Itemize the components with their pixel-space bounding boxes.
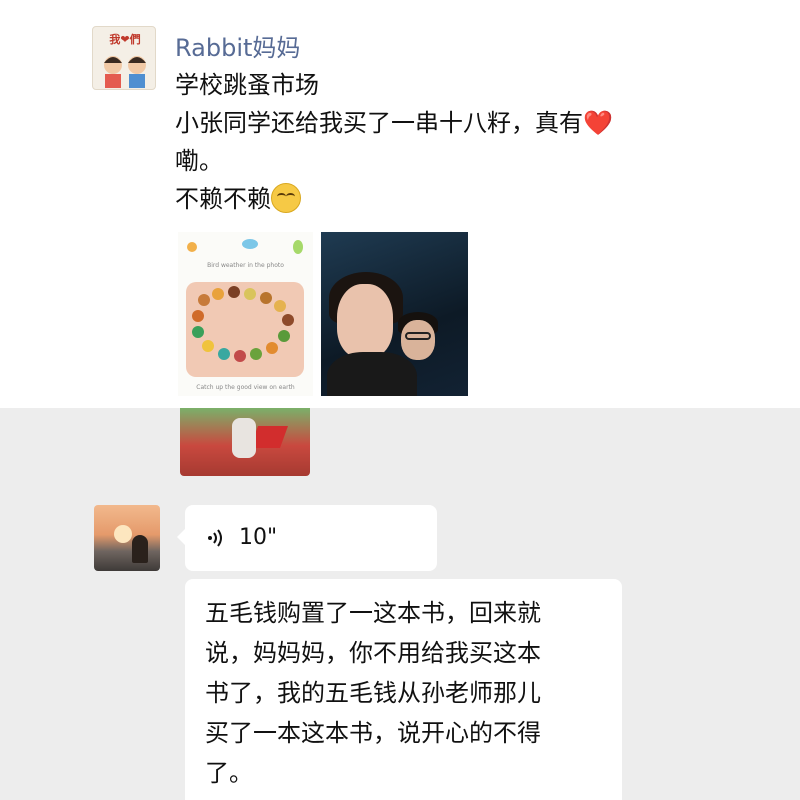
post-line-4: 不赖不赖 — [175, 180, 715, 218]
post-line-2: 小张同学还给我买了一串十八籽，真有❤️ — [175, 104, 715, 142]
avatar-cartoon — [104, 56, 146, 88]
post-photo-selfie[interactable] — [321, 232, 468, 396]
message-line-1: 五毛钱购置了一这本书，回来就 — [205, 599, 541, 627]
message-line-2: 说，妈妈妈，你不用给我买这本 — [205, 639, 541, 667]
post-line-1: 学校跳蚤市场 — [175, 71, 319, 99]
poster-avatar[interactable]: 我❤們 — [92, 26, 156, 90]
voice-wave-icon — [208, 529, 222, 547]
text-message-bubble[interactable]: 五毛钱购置了一这本书，回来就 说，妈妈妈，你不用给我买这本 书了，我的五毛钱从孙… — [185, 579, 622, 800]
chat-avatar[interactable] — [94, 505, 160, 571]
heart-icon: ❤️ — [583, 109, 613, 137]
poster-username[interactable]: Rabbit妈妈 — [175, 28, 300, 63]
voice-duration: 10" — [239, 525, 278, 550]
message-line-5: 了。 — [205, 759, 253, 787]
post-line-4-text: 不赖不赖 — [175, 185, 271, 213]
message-text: 五毛钱购置了一这本书，回来就 说，妈妈妈，你不用给我买这本 书了，我的五毛钱从孙… — [205, 593, 610, 793]
post-line-2-text: 小张同学还给我买了一串十八籽，真有 — [175, 109, 583, 137]
message-line-4: 买了一本这本书，说开心的不得 — [205, 719, 541, 747]
post-photo-bracelet[interactable]: Bird weather in the photo Catch up the g… — [178, 232, 313, 396]
post-text: 学校跳蚤市场 小张同学还给我买了一串十八籽，真有❤️ 嘞。 不赖不赖 — [175, 66, 715, 218]
message-line-3: 书了，我的五毛钱从孙老师那儿 — [205, 679, 541, 707]
photo-caption-top: Bird weather in the photo — [207, 262, 284, 269]
voice-message-bubble[interactable]: 10" — [177, 505, 437, 571]
post-photo-cartoon[interactable] — [180, 408, 310, 476]
smirk-emoji-icon — [271, 183, 301, 213]
photo-caption-bottom: Catch up the good view on earth — [196, 384, 295, 391]
post-line-3: 嘞。 — [175, 147, 223, 175]
photo-doodles — [187, 239, 303, 254]
